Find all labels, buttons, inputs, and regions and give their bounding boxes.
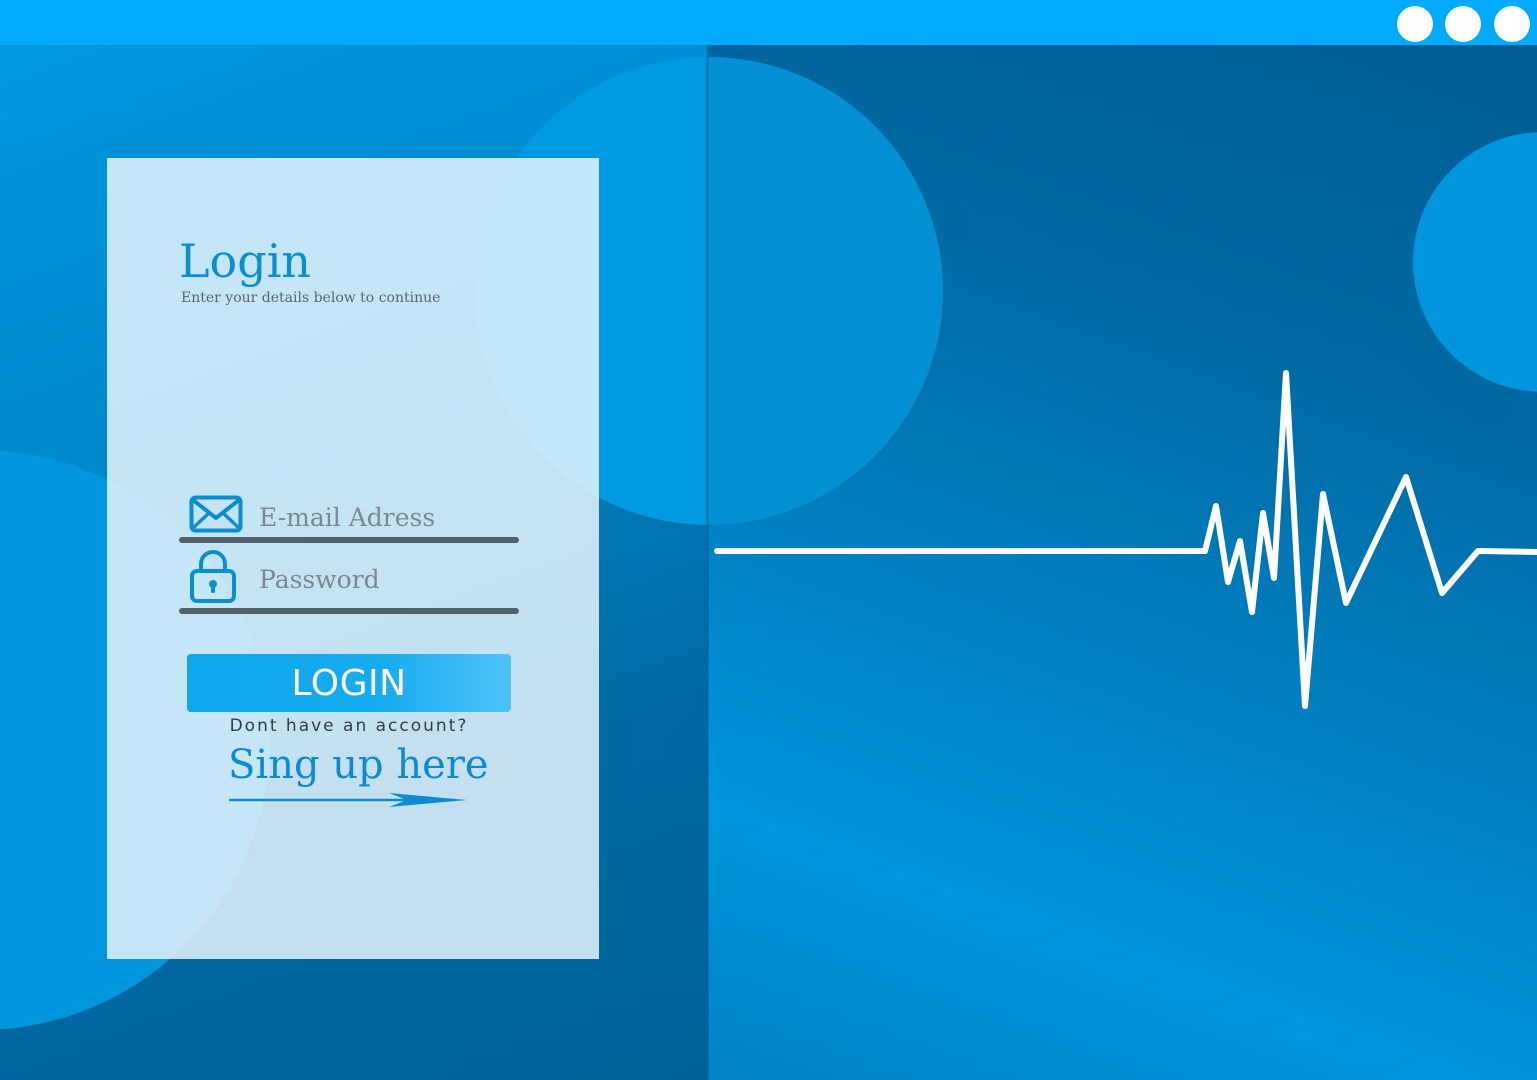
login-subtitle: Enter your details below to continue [181,290,441,306]
email-field [179,488,519,548]
login-screen: Login Enter your details below to contin… [0,0,1537,1080]
email-underline [179,537,519,543]
password-input[interactable] [259,560,514,598]
window-control-button[interactable] [1494,6,1530,42]
login-button[interactable]: LOGIN [187,654,511,712]
window-control-button[interactable] [1397,6,1433,42]
password-field [179,550,519,614]
login-title: Login [179,234,312,288]
arrow-right-icon [229,793,467,807]
title-bar [0,0,1537,45]
envelope-icon [189,495,243,533]
no-account-text: Dont have an account? [229,716,469,736]
signup-link[interactable]: Sing up here [228,742,489,788]
lock-icon [190,550,236,603]
login-card: Login Enter your details below to contin… [107,158,599,959]
window-control-button[interactable] [1445,6,1481,42]
heartbeat-icon [714,370,1537,709]
email-input[interactable] [259,498,514,536]
decorative-circle [1413,132,1537,392]
password-underline [179,608,519,614]
